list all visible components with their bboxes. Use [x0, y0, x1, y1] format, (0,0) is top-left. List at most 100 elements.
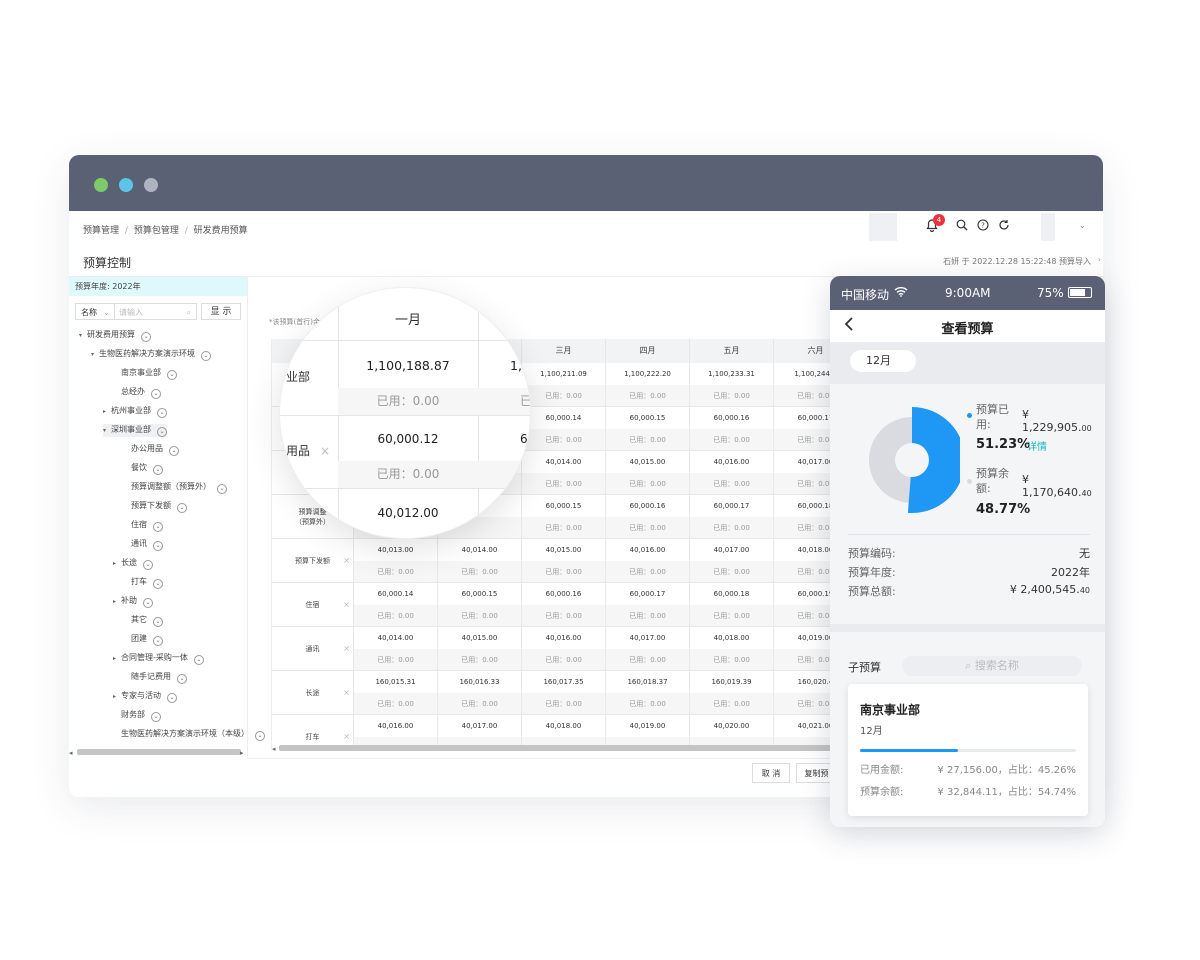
tree-search-input[interactable]: 请输入 ⌕ [115, 303, 197, 320]
chevron-circle-icon[interactable]: ⌄ [143, 598, 153, 608]
grid-cell-value[interactable]: 40,014.00 [522, 451, 606, 473]
tree-node[interactable]: ▸ 杭州事业部 ⌄ [103, 405, 167, 418]
grid-cell-value[interactable]: 40,017.00 [438, 715, 522, 737]
chevron-right-icon[interactable]: › [1098, 255, 1101, 264]
avatar[interactable] [1041, 213, 1055, 241]
chevron-circle-icon[interactable]: ⌄ [151, 712, 161, 722]
grid-cell-value[interactable]: 40,019.00 [606, 715, 690, 737]
sub-budget-card[interactable]: 南京事业部 12月 已用金额: ¥ 27,156.00，占比：45.26% 预算… [848, 684, 1088, 816]
grid-cell-value[interactable]: 40,014.00 [438, 539, 522, 561]
chevron-circle-icon[interactable]: ⌄ [167, 693, 177, 703]
caret-icon[interactable]: ▸ [113, 560, 121, 567]
close-icon[interactable]: × [343, 644, 350, 653]
tree-node[interactable]: 随手记费用 ⌄ [123, 671, 187, 684]
tree-node[interactable]: 预算调整额（预算外） ⌄ [123, 481, 227, 494]
chevron-circle-icon[interactable]: ⌄ [157, 427, 167, 437]
lens-cell-value[interactable]: 60,000.12 [338, 415, 478, 461]
grid-scrollbar[interactable] [279, 745, 839, 751]
tree-node[interactable]: 总经办 ⌄ [113, 386, 161, 399]
caret-icon[interactable]: ▾ [91, 351, 99, 358]
grid-cell-value[interactable]: 40,013.00 [354, 539, 438, 561]
chevron-circle-icon[interactable]: ⌄ [169, 446, 179, 456]
sub-budget-search-input[interactable]: ⌕ 搜索名称 [902, 656, 1082, 676]
grid-cell-value[interactable]: 60,000.15 [606, 407, 690, 429]
tree-node[interactable]: ▸ 合同管理-采购一体 ⌄ [113, 652, 204, 665]
close-icon[interactable]: × [320, 415, 336, 488]
caret-icon[interactable]: ▾ [103, 427, 111, 434]
tree-node[interactable]: 通讯 ⌄ [123, 538, 163, 551]
grid-cell-value[interactable]: 40,016.00 [606, 539, 690, 561]
tree-scrollbar[interactable] [77, 749, 241, 755]
grid-cell-value[interactable]: 160,018.37 [606, 671, 690, 693]
grid-cell-value[interactable]: 40,016.00 [354, 715, 438, 737]
month-selector[interactable]: 12月 [850, 350, 916, 372]
grid-cell-value[interactable]: 60,000.16 [690, 407, 774, 429]
grid-cell-value[interactable]: 160,015.31 [354, 671, 438, 693]
grid-cell-value[interactable]: 40,014.00 [354, 627, 438, 649]
grid-cell-value[interactable]: 1,100,211.09 [522, 363, 606, 385]
tree-node[interactable]: ▾ 生物医药解决方案演示环境 ⌄ [91, 348, 211, 361]
chevron-circle-icon[interactable]: ⌄ [157, 408, 167, 418]
chevron-circle-icon[interactable]: ⌄ [167, 370, 177, 380]
tree-node[interactable]: 团建 ⌄ [123, 633, 163, 646]
tree-filter-select[interactable]: 名称 ⌄ [75, 303, 115, 320]
breadcrumb-item[interactable]: 预算管理 [83, 226, 119, 236]
caret-icon[interactable]: ▾ [79, 332, 87, 339]
tree-node[interactable]: ▾ 研发费用预算 ⌄ [79, 329, 151, 342]
tree-node[interactable]: ▸ 长途 ⌄ [113, 557, 153, 570]
chevron-circle-icon[interactable]: ⌄ [193, 655, 204, 665]
grid-cell-value[interactable]: 40,018.00 [522, 715, 606, 737]
caret-icon[interactable]: ▸ [103, 408, 111, 415]
grid-cell-value[interactable]: 40,017.00 [606, 627, 690, 649]
grid-cell-value[interactable]: 40,016.00 [522, 627, 606, 649]
grid-cell-value[interactable]: 40,015.00 [606, 451, 690, 473]
help-icon[interactable]: ? [975, 219, 991, 235]
tree-node[interactable]: 住宿 ⌄ [123, 519, 163, 532]
maximize-dot[interactable] [144, 178, 158, 192]
grid-cell-value[interactable]: 160,016.33 [438, 671, 522, 693]
grid-cell-value[interactable]: 60,000.14 [354, 583, 438, 605]
grid-cell-value[interactable]: 40,015.00 [522, 539, 606, 561]
grid-cell-value[interactable]: 40,015.00 [438, 627, 522, 649]
caret-icon[interactable]: ▸ [113, 693, 121, 700]
show-button[interactable]: 显 示 [201, 303, 241, 320]
refresh-icon[interactable] [996, 219, 1012, 235]
scroll-left-icon[interactable]: ◂ [69, 749, 73, 757]
grid-cell-value[interactable]: 60,000.16 [522, 583, 606, 605]
scroll-left-icon[interactable]: ◂ [272, 745, 276, 753]
tree-node[interactable]: 南京事业部 ⌄ [113, 367, 177, 380]
chevron-circle-icon[interactable]: ⌄ [141, 332, 151, 342]
grid-cell-value[interactable]: 60,000.17 [690, 495, 774, 517]
tree-node[interactable]: ▸ 专家与活动 ⌄ [113, 690, 177, 703]
lens-cell-value[interactable]: 1,100,188.87 [338, 340, 478, 388]
tree-node[interactable]: 财务部 ⌄ [113, 709, 161, 722]
tree-node[interactable]: 其它 ⌄ [123, 614, 163, 627]
grid-cell-value[interactable]: 40,017.00 [690, 539, 774, 561]
grid-cell-value[interactable]: 60,000.16 [606, 495, 690, 517]
chevron-circle-icon[interactable]: ⌄ [177, 674, 187, 684]
tree-node[interactable]: 打车 ⌄ [123, 576, 163, 589]
close-icon[interactable]: × [343, 688, 350, 697]
tree-node[interactable]: 生物医药解决方案演示环境（本级） ⌄ [113, 728, 265, 741]
chevron-circle-icon[interactable]: ⌄ [143, 560, 153, 570]
tree-node[interactable]: 餐饮 ⌄ [123, 462, 163, 475]
grid-cell-value[interactable]: 160,019.39 [690, 671, 774, 693]
grid-cell-value[interactable]: 60,000.18 [690, 583, 774, 605]
chevron-circle-icon[interactable]: ⌄ [153, 522, 163, 532]
grid-cell-value[interactable]: 40,018.00 [690, 627, 774, 649]
chevron-circle-icon[interactable]: ⌄ [255, 731, 265, 741]
chevron-circle-icon[interactable]: ⌄ [153, 636, 163, 646]
chevron-circle-icon[interactable]: ⌄ [153, 465, 163, 475]
chevron-circle-icon[interactable]: ⌄ [217, 484, 227, 494]
chevron-circle-icon[interactable]: ⌄ [151, 389, 161, 399]
breadcrumb-item[interactable]: 预算包管理 [134, 226, 179, 236]
tree-node[interactable]: 预算下发额 ⌄ [123, 500, 187, 513]
chevron-circle-icon[interactable]: ⌄ [201, 351, 211, 361]
close-icon[interactable]: × [343, 732, 350, 741]
tree-node[interactable]: ▸ 补助 ⌄ [113, 595, 153, 608]
close-dot[interactable] [94, 178, 108, 192]
chevron-down-icon[interactable]: ⌄ [1079, 221, 1086, 230]
grid-cell-value[interactable]: 160,017.35 [522, 671, 606, 693]
chevron-circle-icon[interactable]: ⌄ [153, 579, 163, 589]
grid-cell-value[interactable]: 60,000.15 [522, 495, 606, 517]
